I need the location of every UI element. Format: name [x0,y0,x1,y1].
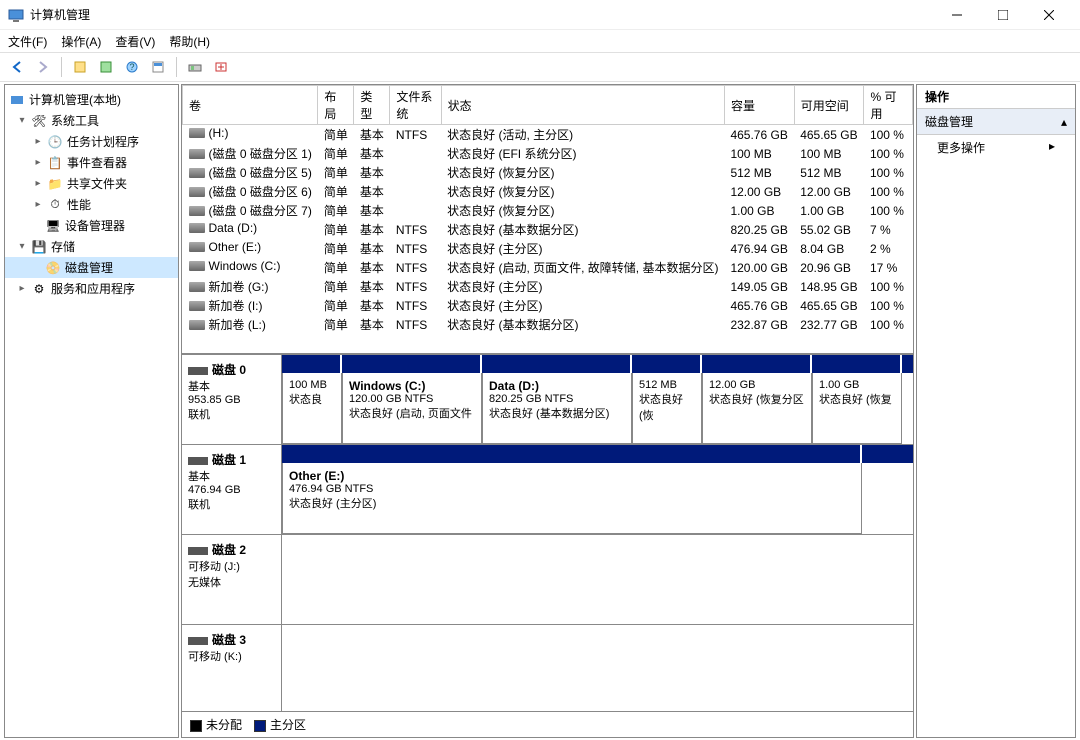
tree-scheduler[interactable]: ▸🕒任务计划程序 [5,131,178,152]
tree-eventviewer[interactable]: ▸📋事件查看器 [5,152,178,173]
chevron-right-icon: ▸ [1049,139,1055,156]
menu-bar: 文件(F) 操作(A) 查看(V) 帮助(H) [0,30,1080,52]
disk-row[interactable]: 磁盘 0基本953.85 GB联机100 MB状态良Windows (C:)12… [182,355,913,445]
disk-row[interactable]: 磁盘 1基本476.94 GB联机Other (E:)476.94 GB NTF… [182,445,913,535]
volume-icon [189,320,205,330]
table-row[interactable]: Windows (C:)简单基本NTFS状态良好 (启动, 页面文件, 故障转储… [183,258,913,277]
disk-layout-area[interactable]: 磁盘 0基本953.85 GB联机100 MB状态良Windows (C:)12… [182,355,913,711]
toolbar: ? [0,52,1080,82]
disk-header: 磁盘 3可移动 (K:) [182,625,282,711]
disk-header: 磁盘 2可移动 (J:)无媒体 [182,535,282,624]
toolbar-btn-3[interactable]: ? [121,56,143,78]
table-row[interactable]: Data (D:)简单基本NTFS状态良好 (基本数据分区)820.25 GB5… [183,220,913,239]
disk-header: 磁盘 0基本953.85 GB联机 [182,355,282,444]
app-icon [8,7,24,23]
partition-box[interactable]: 12.00 GB状态良好 (恢复分区 [702,373,812,444]
col-fs[interactable]: 文件系统 [390,86,441,125]
col-type[interactable]: 类型 [354,86,390,125]
tree-storage[interactable]: ▾💾存储 [5,236,178,257]
actions-diskmgmt[interactable]: 磁盘管理▴ [917,109,1075,135]
partition-box[interactable]: 512 MB状态良好 (恢 [632,373,702,444]
volume-icon [189,261,205,271]
volume-icon [189,242,205,252]
partition-box[interactable]: Data (D:)820.25 GB NTFS状态良好 (基本数据分区) [482,373,632,444]
col-capacity[interactable]: 容量 [724,86,794,125]
partition-box[interactable]: Windows (C:)120.00 GB NTFS状态良好 (启动, 页面文件 [342,373,482,444]
menu-help[interactable]: 帮助(H) [169,33,210,50]
volume-icon [189,187,205,197]
tree-perf[interactable]: ▸⏱性能 [5,194,178,215]
toolbar-btn-2[interactable] [95,56,117,78]
forward-button[interactable] [32,56,54,78]
table-row[interactable]: 新加卷 (I:)简单基本NTFS状态良好 (主分区)465.76 GB465.6… [183,296,913,315]
table-row[interactable]: Other (E:)简单基本NTFS状态良好 (主分区)476.94 GB8.0… [183,239,913,258]
tree-services[interactable]: ▸⚙服务和应用程序 [5,278,178,299]
tree-root[interactable]: 计算机管理(本地) [5,89,178,110]
volume-table[interactable]: 卷 布局 类型 文件系统 状态 容量 可用空间 % 可用 (H:)简单基本NTF… [182,85,913,355]
window-title: 计算机管理 [30,6,934,23]
volume-icon [189,223,205,233]
table-row[interactable]: 新加卷 (G:)简单基本NTFS状态良好 (主分区)149.05 GB148.9… [183,277,913,296]
volume-icon [189,206,205,216]
legend: 未分配 主分区 [182,711,913,737]
center-panel: 卷 布局 类型 文件系统 状态 容量 可用空间 % 可用 (H:)简单基本NTF… [181,84,914,738]
menu-view[interactable]: 查看(V) [115,33,155,50]
col-volume[interactable]: 卷 [183,86,318,125]
chevron-up-icon: ▴ [1061,115,1067,129]
toolbar-btn-5[interactable] [184,56,206,78]
toolbar-btn-4[interactable] [147,56,169,78]
volume-icon [189,128,205,138]
disk-row[interactable]: 磁盘 3可移动 (K:) [182,625,913,711]
volume-icon [189,168,205,178]
actions-header: 操作 [917,85,1075,109]
tree-shared[interactable]: ▸📁共享文件夹 [5,173,178,194]
table-row[interactable]: 新加卷 (L:)简单基本NTFS状态良好 (基本数据分区)232.87 GB23… [183,315,913,334]
menu-action[interactable]: 操作(A) [61,33,101,50]
main-area: 计算机管理(本地) ▾🛠系统工具 ▸🕒任务计划程序 ▸📋事件查看器 ▸📁共享文件… [0,82,1080,740]
col-pct[interactable]: % 可用 [864,86,913,125]
table-row[interactable]: (磁盘 0 磁盘分区 5)简单基本状态良好 (恢复分区)512 MB512 MB… [183,163,913,182]
volume-icon [189,301,205,311]
swatch-primary [254,720,266,732]
disk-header: 磁盘 1基本476.94 GB联机 [182,445,282,534]
disk-row[interactable]: 磁盘 2可移动 (J:)无媒体 [182,535,913,625]
volume-icon [189,149,205,159]
tree-systools[interactable]: ▾🛠系统工具 [5,110,178,131]
table-row[interactable]: (H:)简单基本NTFS状态良好 (活动, 主分区)465.76 GB465.6… [183,125,913,145]
swatch-unallocated [190,720,202,732]
partition-box[interactable]: 1.00 GB状态良好 (恢复 [812,373,902,444]
nav-tree[interactable]: 计算机管理(本地) ▾🛠系统工具 ▸🕒任务计划程序 ▸📋事件查看器 ▸📁共享文件… [4,84,179,738]
actions-more[interactable]: 更多操作▸ [917,135,1075,160]
col-status[interactable]: 状态 [441,86,724,125]
toolbar-btn-6[interactable] [210,56,232,78]
partition-box[interactable]: 100 MB状态良 [282,373,342,444]
col-layout[interactable]: 布局 [318,86,354,125]
svg-text:?: ? [129,62,134,72]
partition-box[interactable]: Other (E:)476.94 GB NTFS状态良好 (主分区) [282,463,862,534]
col-free[interactable]: 可用空间 [794,86,864,125]
table-row[interactable]: (磁盘 0 磁盘分区 1)简单基本状态良好 (EFI 系统分区)100 MB10… [183,144,913,163]
back-button[interactable] [6,56,28,78]
tree-devmgr[interactable]: 🖥设备管理器 [5,215,178,236]
menu-file[interactable]: 文件(F) [8,33,47,50]
title-bar: 计算机管理 [0,0,1080,30]
table-row[interactable]: (磁盘 0 磁盘分区 7)简单基本状态良好 (恢复分区)1.00 GB1.00 … [183,201,913,220]
close-button[interactable] [1026,0,1072,30]
maximize-button[interactable] [980,0,1026,30]
actions-panel: 操作 磁盘管理▴ 更多操作▸ [916,84,1076,738]
toolbar-btn-1[interactable] [69,56,91,78]
table-row[interactable]: (磁盘 0 磁盘分区 6)简单基本状态良好 (恢复分区)12.00 GB12.0… [183,182,913,201]
volume-icon [189,282,205,292]
tree-diskmgmt[interactable]: 📀磁盘管理 [5,257,178,278]
minimize-button[interactable] [934,0,980,30]
